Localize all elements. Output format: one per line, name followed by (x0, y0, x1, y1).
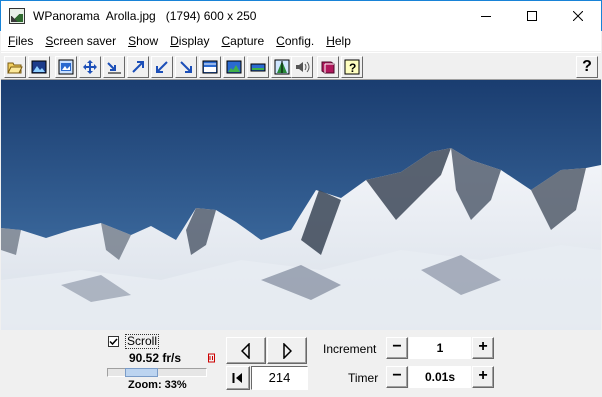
arrow-up-right-icon (132, 61, 144, 73)
zoom-slider[interactable] (107, 368, 207, 377)
panorama-up-button[interactable] (199, 56, 221, 78)
image-icon (31, 60, 47, 74)
menu-help[interactable]: Help (320, 31, 357, 51)
increment-plus-button[interactable]: + (472, 337, 494, 359)
zoom-label: Zoom: 33% (128, 379, 187, 391)
timer-value[interactable]: 0.01s (409, 366, 471, 388)
arrow-left-down-button[interactable] (103, 56, 125, 78)
menu-config[interactable]: Config. (270, 31, 320, 51)
checkmark-icon (109, 338, 118, 346)
vertical-view-button[interactable] (271, 56, 293, 78)
svg-text:?: ? (349, 61, 356, 75)
open-button[interactable] (4, 56, 26, 78)
panorama-flat-icon (250, 63, 266, 72)
skip-to-start-icon (232, 373, 242, 383)
panorama-landscape-button[interactable] (223, 56, 245, 78)
book-button[interactable] (317, 56, 339, 78)
scroll-right-button[interactable] (267, 337, 307, 364)
increment-value[interactable]: 1 (409, 337, 471, 359)
fps-readout: 90.52 fr/s (129, 351, 182, 365)
triangle-right-icon (283, 342, 292, 359)
arrow-down-right-button[interactable] (175, 56, 197, 78)
fit-window-button[interactable] (55, 56, 77, 78)
menu-bar: Files Screen saver Show Display Capture … (1, 31, 601, 52)
increment-minus-button[interactable]: − (386, 337, 408, 359)
toolbar: ? ? (1, 52, 601, 80)
timer-label: Timer (348, 371, 379, 385)
increment-label: Increment (323, 342, 377, 356)
fit-window-icon (58, 59, 74, 75)
sound-button[interactable] (291, 56, 313, 78)
sound-icon (296, 61, 310, 73)
control-panel: Scroll 90.52 fr/s Zoom: 33% 214 Incremen… (1, 330, 601, 396)
position-field[interactable]: 214 (251, 366, 308, 390)
scroll-label[interactable]: Scroll (125, 334, 160, 349)
menu-show[interactable]: Show (122, 31, 164, 51)
menu-screen-saver[interactable]: Screen saver (39, 31, 122, 51)
move-button[interactable] (79, 56, 101, 78)
maximize-button[interactable] (509, 1, 555, 31)
arrow-up-right-button[interactable] (127, 56, 149, 78)
menu-capture[interactable]: Capture (215, 31, 270, 51)
close-icon (573, 11, 583, 21)
arrow-down-left-button[interactable] (151, 56, 173, 78)
fps-indicator-icon (208, 353, 215, 363)
context-help-icon: ? (582, 58, 592, 75)
book-icon (321, 61, 335, 74)
title-bar: WPanorama Arolla.jpg (1794) 600 x 250 (0, 0, 602, 31)
go-to-start-button[interactable] (226, 366, 250, 390)
scroll-checkbox[interactable] (108, 336, 119, 347)
arrow-down-left-icon (156, 61, 168, 73)
open-folder-icon (7, 62, 23, 74)
context-help-button[interactable]: ? (576, 56, 598, 78)
timer-plus-button[interactable]: + (472, 366, 494, 388)
panorama-up-icon (202, 60, 218, 74)
help-window-icon: ? (344, 59, 360, 75)
image-button[interactable] (28, 56, 50, 78)
help-window-button[interactable]: ? (341, 56, 363, 78)
minimize-icon (481, 16, 491, 17)
move-arrows-icon (83, 60, 97, 74)
wpanorama-app-icon[interactable] (9, 8, 25, 24)
menu-files[interactable]: Files (2, 31, 39, 51)
arrow-left-down-icon (107, 62, 121, 74)
vertical-view-icon (274, 59, 290, 75)
minimize-button[interactable] (463, 1, 509, 31)
panorama-flat-button[interactable] (247, 56, 269, 78)
menu-display[interactable]: Display (164, 31, 215, 51)
scroll-left-button[interactable] (226, 337, 266, 364)
maximize-icon (527, 11, 537, 21)
close-button[interactable] (555, 1, 601, 31)
timer-minus-button[interactable]: − (386, 366, 408, 388)
panorama-landscape-icon (226, 60, 242, 74)
panorama-image (1, 80, 601, 330)
window-title: WPanorama Arolla.jpg (1794) 600 x 250 (33, 9, 257, 23)
triangle-left-icon (241, 342, 250, 359)
zoom-slider-thumb[interactable] (125, 368, 158, 377)
arrow-down-right-icon (180, 61, 192, 73)
panorama-view[interactable] (1, 80, 601, 330)
